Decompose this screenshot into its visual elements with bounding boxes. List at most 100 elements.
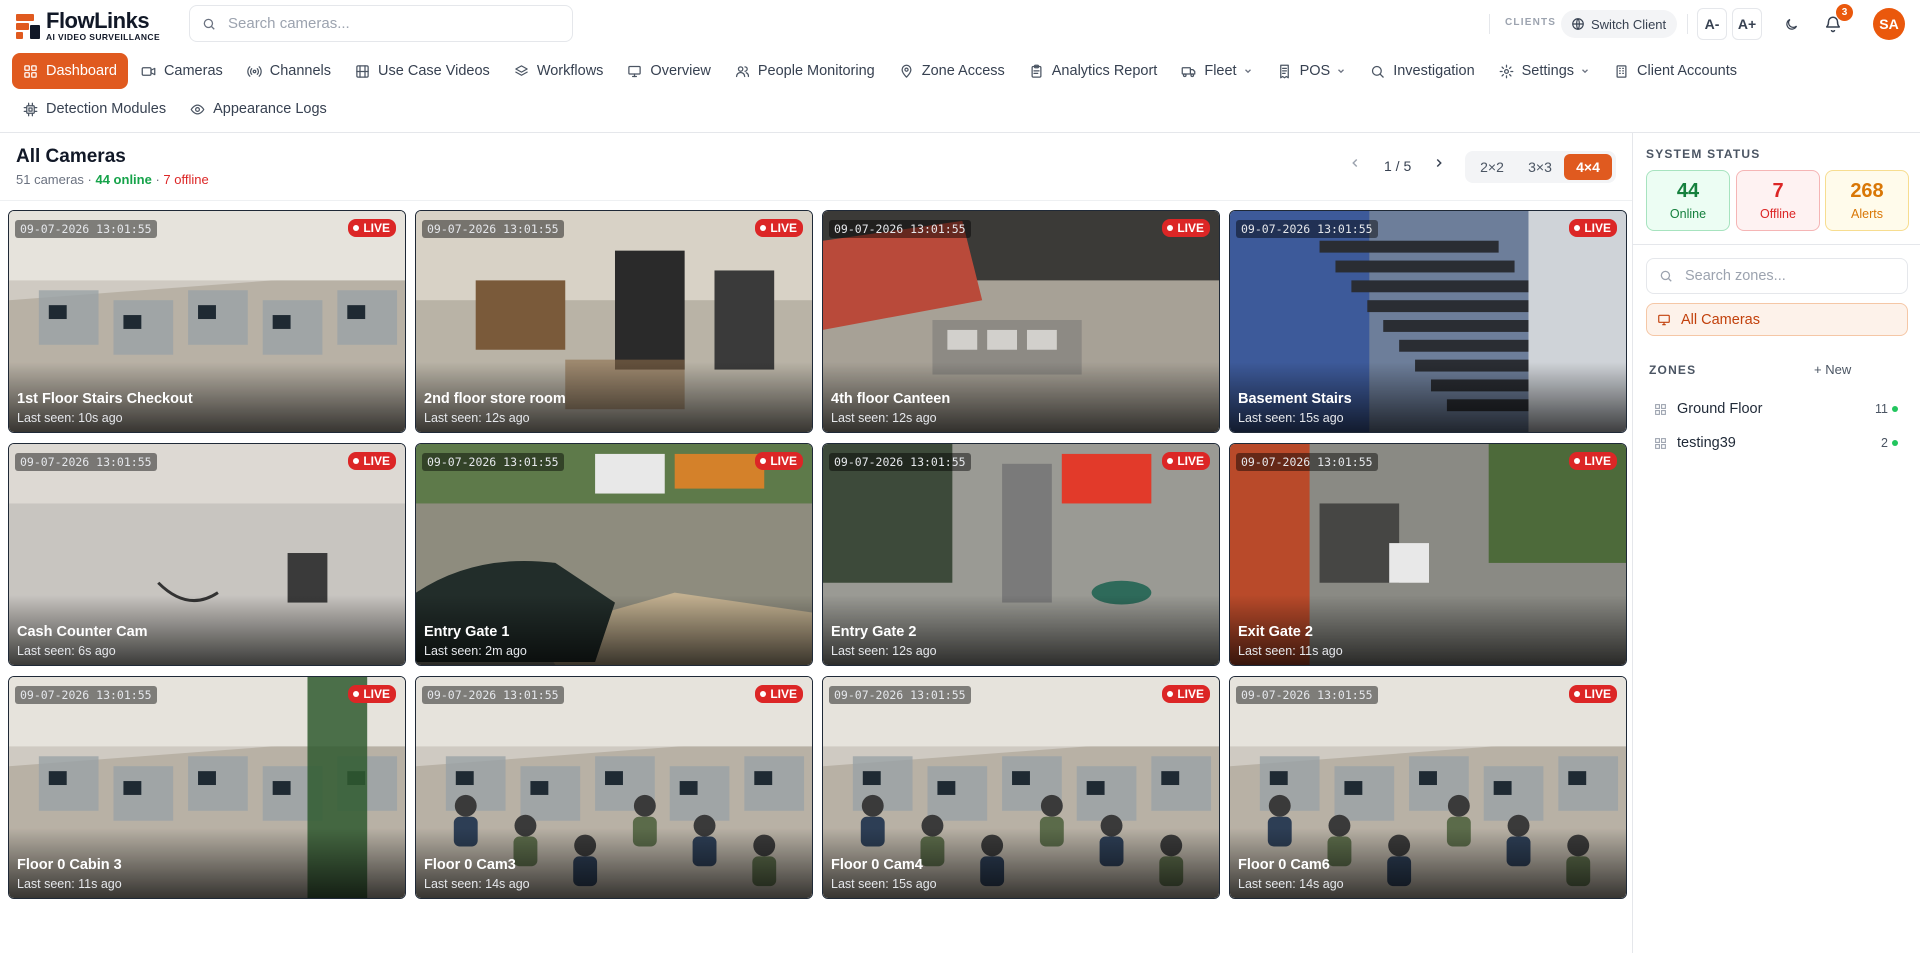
stat-alerts: 268 Alerts — [1825, 170, 1909, 231]
nav-item-detection-modules[interactable]: Detection Modules — [12, 91, 177, 127]
camera-tile-2nd-floor-store-room[interactable]: 09-07-2026 13:01:55 LIVE 2nd floor store r… — [415, 210, 813, 433]
nav-item-cameras[interactable]: Cameras — [130, 53, 234, 89]
nav-item-label: Client Accounts — [1637, 63, 1737, 79]
live-label: LIVE — [770, 687, 797, 701]
live-dot — [353, 458, 360, 464]
nav-item-analytics-report[interactable]: Analytics Report — [1018, 53, 1169, 89]
layers-icon — [515, 64, 528, 76]
system-status-heading: SYSTEM STATUS — [1646, 147, 1761, 161]
globe-icon — [1572, 18, 1584, 30]
camera-tile-entry-gate-1[interactable]: 09-07-2026 13:01:55 LIVE Entry Gate 1 Last … — [415, 443, 813, 666]
camera-online-count: 44 online — [95, 172, 152, 187]
camera-timestamp: 09-07-2026 13:01:55 — [829, 686, 971, 704]
camera-tile-cash-counter-cam[interactable]: 09-07-2026 13:01:55 LIVE Cash Counter Cam L… — [8, 443, 406, 666]
logo-icon — [14, 12, 42, 40]
font-decrease-button[interactable]: A- — [1697, 8, 1727, 40]
nav-item-investigation[interactable]: Investigation — [1359, 53, 1485, 89]
live-badge: LIVE — [755, 219, 803, 237]
camera-last-seen: Last seen: 10s ago — [17, 411, 123, 425]
nav-item-overview[interactable]: Overview — [616, 53, 721, 89]
camera-timestamp: 09-07-2026 13:01:55 — [422, 686, 564, 704]
nav-item-pos[interactable]: POS — [1266, 53, 1358, 89]
divider — [1687, 14, 1688, 34]
camera-tile-exit-gate-2[interactable]: 09-07-2026 13:01:55 LIVE Exit Gate 2 Last s… — [1229, 443, 1627, 666]
camera-last-seen: Last seen: 12s ago — [831, 411, 937, 425]
nav-item-label: Appearance Logs — [213, 101, 327, 117]
camera-search-input[interactable] — [228, 15, 548, 32]
zone-item-testing39[interactable]: testing39 2 — [1648, 428, 1906, 458]
chevron-down-icon — [1244, 69, 1251, 74]
live-dot — [1574, 691, 1581, 697]
grid-option-2[interactable]: 2×2 — [1468, 154, 1516, 180]
nav-item-fleet[interactable]: Fleet — [1170, 53, 1263, 89]
live-badge: LIVE — [348, 685, 396, 703]
nav-item-use-case-videos[interactable]: Use Case Videos — [344, 53, 501, 89]
camera-name: 2nd floor store room — [424, 391, 566, 407]
camera-tile-4th-floor-canteen[interactable]: 09-07-2026 13:01:55 LIVE 4th floor Canteen… — [822, 210, 1220, 433]
camera-tile-floor-0-cabin-3[interactable]: 09-07-2026 13:01:55 LIVE Floor 0 Cabin 3 La… — [8, 676, 406, 899]
camera-tile-floor-0-cam3[interactable]: 09-07-2026 13:01:55 LIVE Floor 0 Cam3 Last … — [415, 676, 813, 899]
live-label: LIVE — [1584, 687, 1611, 701]
camera-tile-basement-stairs[interactable]: 09-07-2026 13:01:55 LIVE Basement Stairs La… — [1229, 210, 1627, 433]
nav-item-client-accounts[interactable]: Client Accounts — [1603, 53, 1748, 89]
broadcast-icon — [247, 65, 262, 77]
stat-online-value: 44 — [1676, 180, 1700, 202]
all-cameras-zone[interactable]: All Cameras — [1646, 303, 1908, 336]
users-icon — [735, 65, 749, 77]
next-page-button[interactable] — [1432, 156, 1446, 173]
nav-item-zone-access[interactable]: Zone Access — [888, 53, 1016, 89]
zone-grid-icon — [1655, 437, 1666, 449]
nav-item-settings[interactable]: Settings — [1488, 53, 1601, 89]
live-dot — [1167, 691, 1174, 697]
building-icon — [1616, 64, 1627, 78]
notifications-button[interactable]: 3 — [1819, 4, 1853, 38]
switch-client-button[interactable]: Switch Client — [1561, 10, 1677, 38]
camera-tile-floor-0-cam6[interactable]: 09-07-2026 13:01:55 LIVE Floor 0 Cam6 Last … — [1229, 676, 1627, 899]
theme-toggle-button[interactable] — [1777, 10, 1805, 38]
stat-alerts-label: Alerts — [1851, 207, 1883, 221]
zone-status-dot — [1892, 406, 1898, 412]
user-avatar[interactable]: SA — [1873, 8, 1905, 40]
camera-last-seen: Last seen: 15s ago — [831, 877, 937, 891]
zone-item-ground-floor[interactable]: Ground Floor 11 — [1648, 394, 1906, 424]
nav-item-appearance-logs[interactable]: Appearance Logs — [179, 91, 338, 127]
camera-timestamp: 09-07-2026 13:01:55 — [1236, 686, 1378, 704]
zone-count: 11 — [1875, 402, 1888, 416]
grid-option-3[interactable]: 3×3 — [1516, 154, 1564, 180]
camera-last-seen: Last seen: 11s ago — [17, 877, 122, 891]
camera-name: Floor 0 Cam6 — [1238, 857, 1330, 873]
nav-item-channels[interactable]: Channels — [236, 53, 342, 89]
zone-name: testing39 — [1677, 435, 1736, 451]
live-badge: LIVE — [755, 452, 803, 470]
chevron-right-icon — [1436, 158, 1442, 168]
app-logo[interactable]: FlowLinks AI VIDEO SURVEILLANCE — [14, 10, 160, 42]
camera-name: Floor 0 Cam4 — [831, 857, 923, 873]
live-badge: LIVE — [1569, 452, 1617, 470]
camera-tile-floor-0-cam4[interactable]: 09-07-2026 13:01:55 LIVE Floor 0 Cam4 Last … — [822, 676, 1220, 899]
clients-label: CLIENTS — [1505, 17, 1557, 28]
live-badge: LIVE — [1162, 685, 1210, 703]
switch-client-label: Switch Client — [1591, 16, 1667, 32]
grid-option-4[interactable]: 4×4 — [1564, 154, 1612, 180]
camera-tile-1st-floor-stairs-checkout[interactable]: 09-07-2026 13:01:55 LIVE 1st Floor Stairs … — [8, 210, 406, 433]
page-indicator: 1 / 5 — [1384, 158, 1412, 174]
monitor-icon — [1658, 314, 1670, 325]
zone-count: 2 — [1881, 436, 1888, 450]
zone-search-input[interactable] — [1685, 268, 1895, 284]
zone-search[interactable] — [1646, 258, 1908, 294]
live-dot — [353, 225, 360, 231]
font-increase-button[interactable]: A+ — [1732, 8, 1762, 40]
nav-item-label: People Monitoring — [757, 63, 875, 79]
nav-item-people-monitoring[interactable]: People Monitoring — [724, 53, 886, 89]
nav-item-label: Workflows — [536, 63, 604, 79]
camera-tile-entry-gate-2[interactable]: 09-07-2026 13:01:55 LIVE Entry Gate 2 Last … — [822, 443, 1220, 666]
monitor-icon — [628, 65, 642, 77]
prev-page-button[interactable] — [1348, 156, 1362, 173]
nav-item-workflows[interactable]: Workflows — [503, 53, 615, 89]
camera-search[interactable] — [189, 5, 573, 42]
chevron-down-icon — [1338, 69, 1345, 74]
nav-item-dashboard[interactable]: Dashboard — [12, 53, 128, 89]
stat-offline-value: 7 — [1772, 180, 1784, 202]
new-zone-button[interactable]: + New — [1814, 362, 1851, 377]
gear-icon — [1499, 64, 1514, 78]
